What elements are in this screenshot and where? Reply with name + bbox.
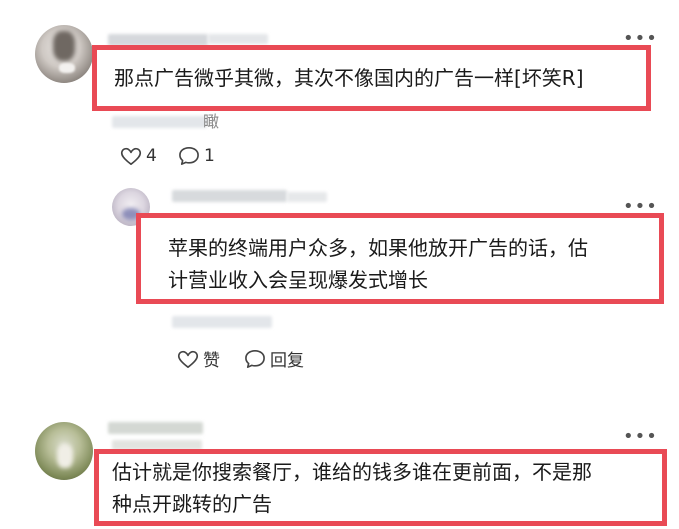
more-dots-icon[interactable]: ••• [623,30,658,48]
meta-blurred [172,316,272,328]
heart-icon [177,349,199,369]
comment-line: 计营业收入会呈现爆发式增长 [168,268,428,292]
stray-char: 瞰 [203,112,220,131]
comment-button[interactable]: 1 [178,146,215,166]
avatar[interactable] [35,422,93,480]
comment-line: 苹果的终端用户众多，如果他放开广告的话，估 [168,236,588,260]
comment-bubble-icon [178,146,200,166]
username-blurred[interactable] [108,422,203,434]
comment-feed: ••• 那点广告微乎其微，其次不像国内的广告一样[坏笑R] 瞰 4 1 ••• … [0,0,679,529]
like-count: 4 [146,146,157,166]
meta-blurred [112,116,207,128]
username-blurred[interactable] [172,190,287,202]
like-label: 赞 [203,351,220,371]
reply-button[interactable]: 回复 [244,346,304,371]
comment-line: 种点开跳转的广告 [112,492,272,516]
heart-icon [120,146,142,166]
username-blurred [208,34,268,44]
like-button[interactable]: 4 [120,146,157,166]
like-button[interactable]: 赞 [177,346,220,371]
comment-text: 那点广告微乎其微，其次不像国内的广告一样[坏笑R] [114,66,584,90]
comment-bubble-icon [244,349,266,369]
more-dots-icon[interactable]: ••• [623,198,658,216]
avatar[interactable] [35,25,93,83]
reply-count: 1 [204,146,215,166]
comment-line: 估计就是你搜索餐厅，谁给的钱多谁在更前面，不是那 [112,460,592,484]
more-dots-icon[interactable]: ••• [623,428,658,446]
reply-label: 回复 [270,351,304,371]
username-blurred [287,192,327,202]
